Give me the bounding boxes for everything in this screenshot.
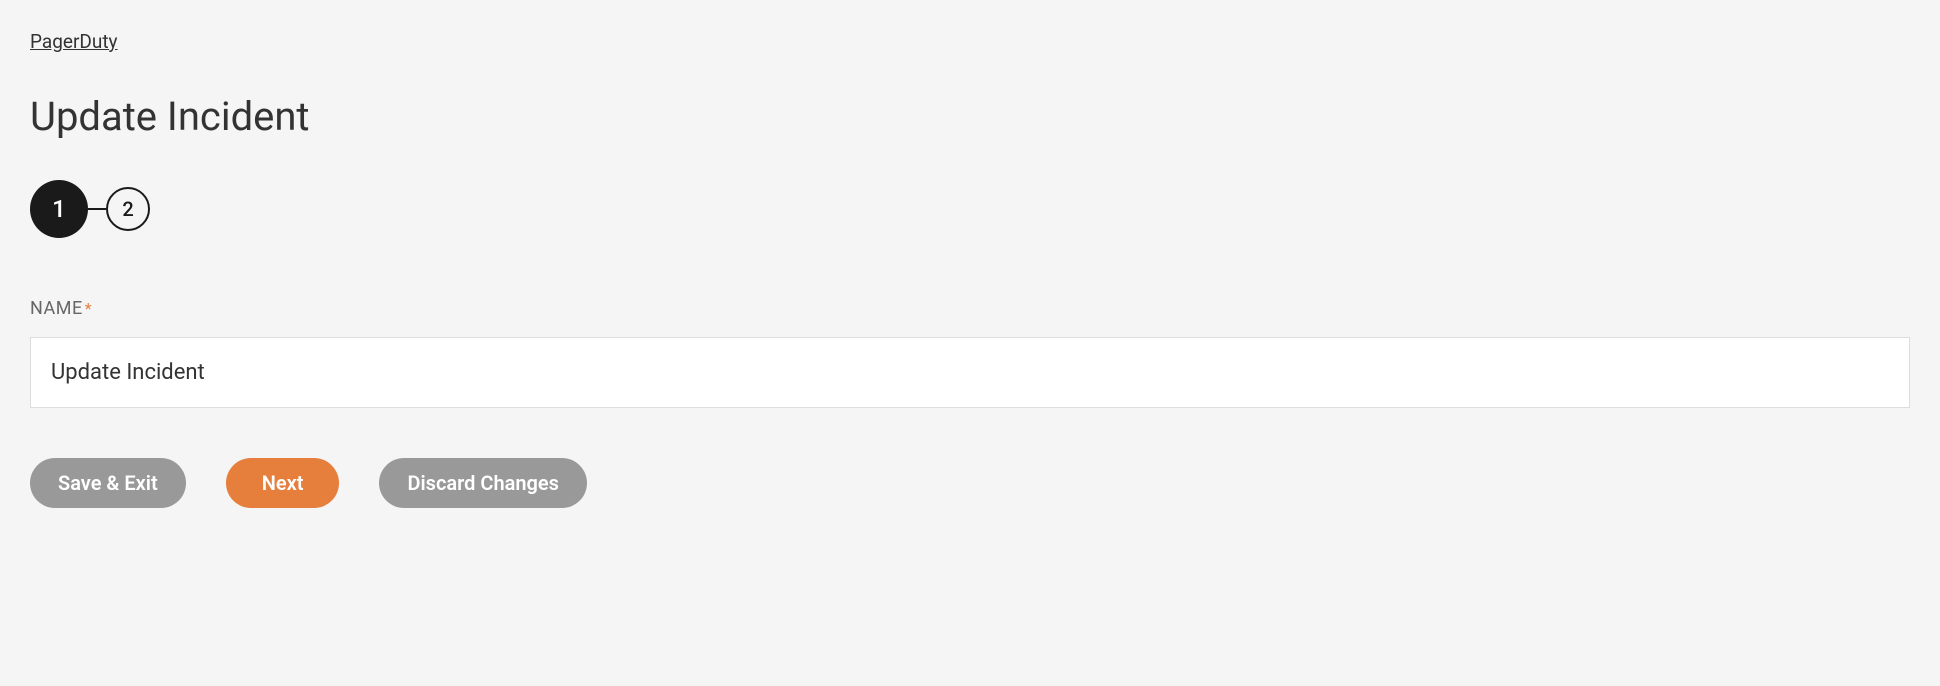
discard-changes-button[interactable]: Discard Changes (379, 458, 587, 508)
step-2[interactable]: 2 (106, 187, 150, 231)
page-title: Update Incident (30, 93, 1910, 140)
step-connector (88, 208, 106, 210)
breadcrumb-link[interactable]: PagerDuty (30, 30, 118, 53)
name-field-group: NAME* (30, 298, 1910, 408)
button-row: Save & Exit Next Discard Changes (30, 458, 1910, 508)
name-label: NAME (30, 298, 83, 319)
name-input[interactable] (30, 337, 1910, 408)
step-1[interactable]: 1 (30, 180, 88, 238)
stepper: 1 2 (30, 180, 1910, 238)
required-asterisk: * (85, 299, 92, 318)
save-exit-button[interactable]: Save & Exit (30, 458, 186, 508)
next-button[interactable]: Next (226, 458, 340, 508)
